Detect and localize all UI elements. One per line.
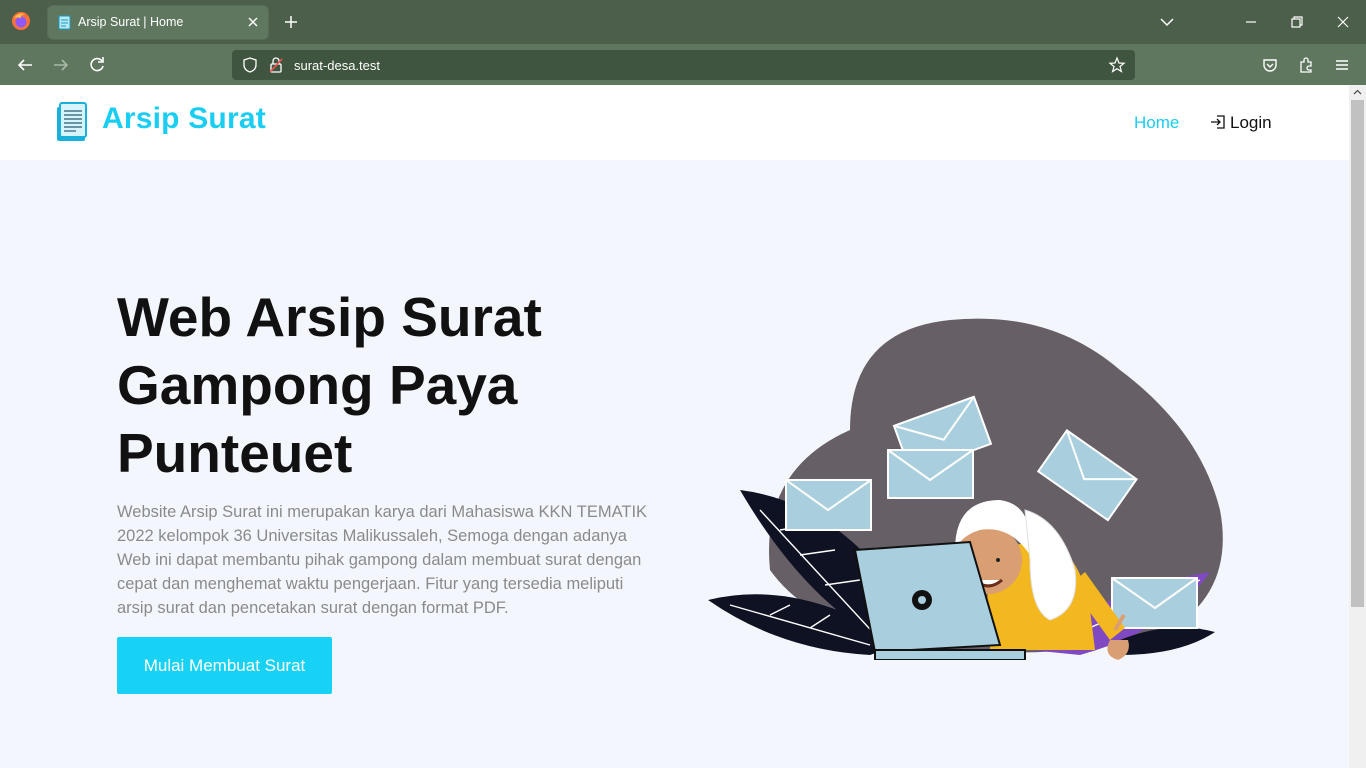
scroll-up-arrow-icon[interactable] xyxy=(1352,87,1363,98)
document-favicon xyxy=(58,15,71,30)
menu-icon[interactable] xyxy=(1331,54,1353,76)
hero-description: Website Arsip Surat ini merupakan karya … xyxy=(117,503,648,617)
page-viewport: Arsip Surat Home Login Web Arsip Surat G… xyxy=(0,85,1366,768)
browser-tab-bar: Arsip Surat | Home xyxy=(0,0,1366,44)
forward-icon[interactable] xyxy=(50,54,72,76)
envelope-5 xyxy=(1111,577,1198,629)
site-brand[interactable]: Arsip Surat xyxy=(102,102,266,136)
restore-icon[interactable] xyxy=(1286,11,1308,33)
minimize-icon[interactable] xyxy=(1240,11,1262,33)
envelope-3 xyxy=(887,449,974,499)
url-bar[interactable]: surat-desa.test xyxy=(232,50,1135,80)
login-icon xyxy=(1211,115,1225,129)
hero-title-line-3: Punteuet xyxy=(117,422,353,484)
extensions-icon[interactable] xyxy=(1295,54,1317,76)
firefox-icon[interactable] xyxy=(10,10,32,32)
shield-icon[interactable] xyxy=(241,56,259,74)
tab-title: Arsip Surat | Home xyxy=(78,15,184,29)
url-text[interactable]: surat-desa.test xyxy=(294,58,380,73)
close-icon[interactable] xyxy=(245,14,261,30)
scrollbar-thumb[interactable] xyxy=(1351,100,1364,607)
star-icon[interactable] xyxy=(1108,56,1126,74)
pocket-icon[interactable] xyxy=(1259,54,1281,76)
hero-title: Web Arsip Surat Gampong Paya Punteuet xyxy=(117,283,637,487)
start-letter-button[interactable]: Mulai Membuat Surat xyxy=(117,637,332,694)
lock-icon[interactable] xyxy=(267,56,285,74)
document-logo-icon[interactable] xyxy=(54,101,90,143)
close-window-icon[interactable] xyxy=(1332,11,1354,33)
hero-title-line-1: Web Arsip Surat xyxy=(117,286,542,348)
login-label: Login xyxy=(1230,113,1272,132)
envelope-1 xyxy=(785,479,872,531)
plus-icon[interactable] xyxy=(280,11,302,33)
chevron-down-icon[interactable] xyxy=(1158,13,1176,31)
nav-link-login[interactable]: Login xyxy=(1210,113,1272,133)
browser-nav-bar: surat-desa.test xyxy=(0,44,1366,85)
browser-tab-active[interactable]: Arsip Surat | Home xyxy=(48,6,268,39)
reload-icon[interactable] xyxy=(86,54,108,76)
site-header: Arsip Surat Home Login xyxy=(0,85,1349,160)
nav-link-home[interactable]: Home xyxy=(1134,113,1179,133)
page-scrollbar[interactable] xyxy=(1349,85,1366,768)
hero-illustration xyxy=(708,318,1223,660)
back-icon[interactable] xyxy=(14,54,36,76)
hero-title-line-2: Gampong Paya xyxy=(117,354,518,416)
